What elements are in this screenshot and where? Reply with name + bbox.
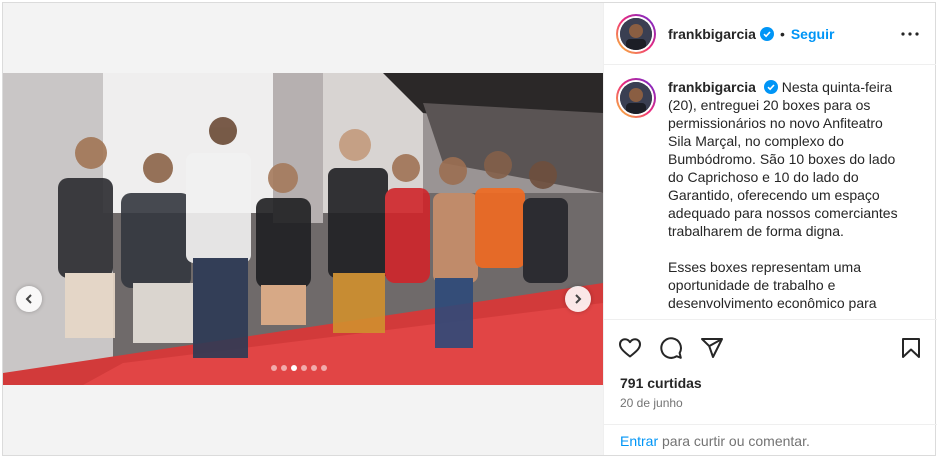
carousel-dot-active <box>291 365 297 371</box>
header-username[interactable]: frankbigarcia <box>668 26 756 42</box>
post-date: 20 de junho <box>620 396 683 410</box>
caption-area: frankbigarcia Nesta quinta-feira (20), e… <box>604 66 937 318</box>
avatar[interactable] <box>616 13 656 54</box>
chevron-left-icon <box>25 294 32 304</box>
carousel-dot <box>301 365 307 371</box>
share-button[interactable] <box>700 336 724 360</box>
caption-username[interactable]: frankbigarcia <box>668 79 756 95</box>
post-media <box>3 3 603 455</box>
carousel-prev-button[interactable] <box>16 286 42 312</box>
photo-image <box>3 73 603 385</box>
follow-button[interactable]: Seguir <box>791 26 835 42</box>
bookmark-icon <box>902 337 920 358</box>
chevron-right-icon <box>575 294 582 304</box>
more-options-button[interactable] <box>898 22 922 46</box>
caption-paragraph-1: Nesta quinta-feira (20), entreguei 20 bo… <box>668 79 898 239</box>
action-bar <box>604 319 937 375</box>
comment-button[interactable] <box>659 336 683 360</box>
avatar-image <box>620 17 652 50</box>
instagram-post-frame: frankbigarcia • Seguir frankbigarcia Nes… <box>2 2 937 456</box>
comment-icon <box>660 336 682 359</box>
save-button[interactable] <box>899 336 923 360</box>
login-suffix: para curtir ou comentar. <box>658 433 810 449</box>
verified-badge-icon <box>759 26 774 41</box>
verified-badge-icon <box>763 80 778 94</box>
avatar-image <box>620 82 652 114</box>
carousel-dot <box>311 365 317 371</box>
carousel-dot <box>281 365 287 371</box>
post-sidebar: frankbigarcia • Seguir frankbigarcia Nes… <box>603 3 937 455</box>
post-header: frankbigarcia • Seguir <box>604 3 936 65</box>
caption-text: frankbigarcia Nesta quinta-feira (20), e… <box>668 78 904 318</box>
carousel-indicator <box>271 365 327 371</box>
carousel-dot <box>271 365 277 371</box>
heart-icon <box>619 337 641 357</box>
carousel-dot <box>321 365 327 371</box>
likes-count[interactable]: 791 curtidas <box>620 375 702 391</box>
post-photo[interactable] <box>3 73 603 385</box>
share-icon <box>701 337 723 358</box>
like-button[interactable] <box>618 336 642 360</box>
carousel-next-button[interactable] <box>565 286 591 312</box>
separator: • <box>779 25 785 42</box>
login-link[interactable]: Entrar <box>620 433 658 449</box>
comment-login-bar: Entrar para curtir ou comentar. <box>604 424 937 455</box>
caption-paragraph-2: Esses boxes representam uma oportunidade… <box>668 259 877 311</box>
more-options-icon <box>901 31 919 36</box>
caption-avatar[interactable] <box>616 78 656 118</box>
